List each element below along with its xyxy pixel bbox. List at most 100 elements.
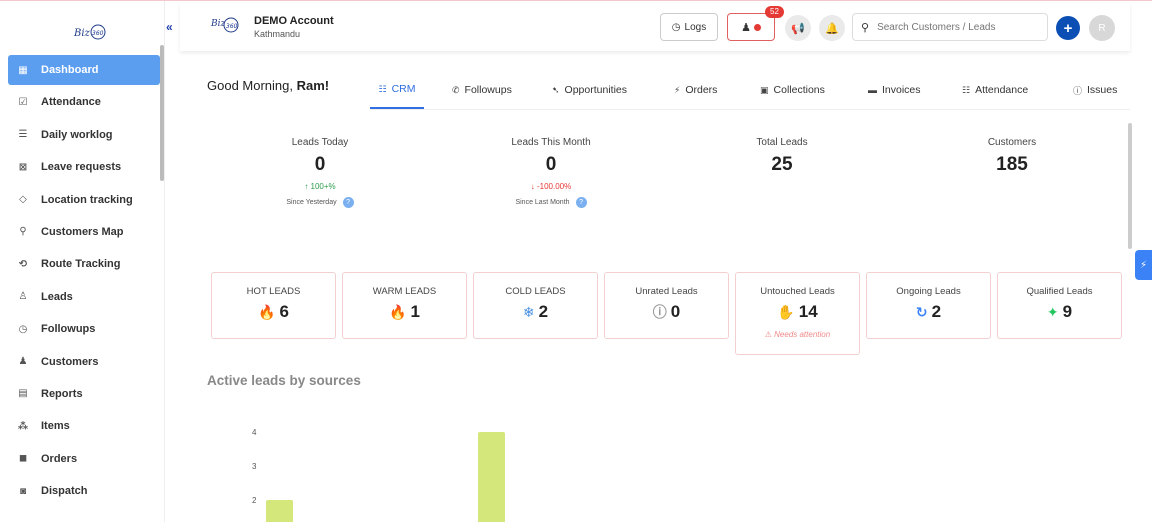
sidebar-item-label: Route Tracking — [41, 258, 121, 271]
user-avatar[interactable]: R — [1089, 15, 1115, 41]
tab-opportunities[interactable]: ➷ Opportunities — [552, 71, 674, 109]
stat-label: Leads This Month — [511, 137, 591, 148]
tab-label: CRM — [391, 83, 416, 95]
tab-attendance[interactable]: ☷ Attendance — [962, 71, 1073, 109]
quick-action-tab[interactable]: ⚡ — [1135, 250, 1152, 280]
megaphone-icon[interactable]: 📢 — [785, 15, 811, 41]
sidebar-item-customers[interactable]: ♟ Customers — [8, 347, 160, 377]
add-button[interactable]: + — [1056, 16, 1080, 40]
chart-icon: ▤ — [18, 388, 28, 400]
sidebar-item-customers-map[interactable]: ⚲ Customers Map — [8, 217, 160, 247]
y-tick-label: 4 — [252, 428, 257, 437]
sidebar-item-followups[interactable]: ◷ Followups — [8, 314, 160, 344]
y-tick-label: 3 — [252, 462, 257, 471]
tab-orders[interactable]: ⚡ Orders — [674, 71, 760, 109]
sidebar-item-location-tracking[interactable]: ◇ Location tracking — [8, 185, 160, 215]
tab-icon: ⓘ — [1073, 85, 1083, 96]
tab-label: Opportunities — [564, 84, 627, 96]
tab-icon: ⚡ — [674, 84, 681, 95]
lead-card-cold-leads[interactable]: COLD LEADS ❄ 2 — [473, 272, 598, 339]
tab-invoices[interactable]: ▬ Invoices — [868, 71, 962, 109]
stat-value: 0 — [545, 154, 557, 175]
leads-by-source-chart: 2 3 4 — [252, 428, 505, 522]
clock-icon: ◷ — [671, 21, 681, 33]
app-root: Biz 360 ▦ Dashboard ☑ Attendance ☰ Daily work… — [0, 0, 1152, 522]
lead-card-value-row: ❄ 2 — [474, 302, 597, 322]
sidebar-item-label: Daily worklog — [41, 128, 113, 141]
sidebar-item-reports[interactable]: ▤ Reports — [8, 379, 160, 409]
sidebar-item-items[interactable]: ⁂ Items — [8, 411, 160, 441]
sidebar-item-dashboard[interactable]: ▦ Dashboard — [8, 55, 160, 85]
chart-bar[interactable] — [478, 432, 505, 522]
tab-icon: ✆ — [452, 84, 460, 95]
truck-icon: ◙ — [19, 485, 27, 497]
lead-card-unrated-leads[interactable]: Unrated Leads ⓘ 0 — [604, 272, 729, 339]
account-name[interactable]: DEMO Account — [254, 15, 334, 27]
help-icon[interactable]: ? — [342, 197, 354, 208]
sidebar-item-route-tracking[interactable]: ⟲ Route Tracking — [8, 249, 160, 279]
sidebar-item-leave-requests[interactable]: ⊠ Leave requests — [8, 152, 160, 182]
tab-collections[interactable]: ▣ Collections — [760, 71, 868, 109]
collapse-sidebar-button[interactable]: « — [166, 20, 173, 34]
logs-button[interactable]: ◷ Logs — [660, 13, 718, 41]
svg-text:360: 360 — [92, 30, 104, 37]
route-icon: ⟲ — [18, 258, 28, 270]
help-icon[interactable]: ? — [575, 197, 587, 208]
greeting-prefix: Good Morning, — [207, 78, 297, 93]
lead-card-value: 2 — [931, 302, 942, 321]
brand-logo[interactable]: Biz 360 — [72, 21, 108, 43]
stat-label: Leads Today — [291, 137, 349, 148]
lead-card-value-row: ✋ 14 — [736, 302, 859, 322]
lightning-icon: ⚡ — [1139, 259, 1148, 271]
tab-icon: ▬ — [868, 85, 877, 95]
chart-bar[interactable] — [266, 500, 293, 522]
sidebar-item-label: Leave requests — [41, 161, 122, 174]
tab-label: Invoices — [882, 84, 921, 96]
lead-card-ongoing-leads[interactable]: Ongoing Leads ↻ 2 — [866, 272, 991, 339]
hand-icon: ✋ — [777, 303, 795, 320]
fire-icon: 🔥 — [258, 303, 276, 320]
lead-card-value: 9 — [1062, 302, 1073, 321]
lead-card-label: HOT LEADS — [246, 286, 301, 297]
sidebar-item-leads[interactable]: ♙ Leads — [8, 282, 160, 312]
top-header: Biz 360 DEMO Account Kathmandu ◷ Logs ♟ … — [180, 3, 1130, 51]
tab-label: Collections — [773, 84, 825, 96]
tab-icon: ☷ — [962, 84, 971, 95]
sidebar-item-orders[interactable]: ◼ Orders — [8, 444, 160, 474]
tab-divider — [370, 109, 1130, 110]
flame-icon: 🔥 — [389, 303, 407, 320]
lead-card-value: 6 — [279, 302, 289, 321]
sparkle-icon: ✦ — [1046, 303, 1059, 320]
lead-card-warm-leads[interactable]: WARM LEADS 🔥 1 — [342, 272, 467, 339]
stat-leads-today: Leads Today 0 ↑ 100+% Since Yesterday? — [240, 137, 400, 208]
tab-icon: ☷ — [378, 83, 387, 94]
lead-card-qualified-leads[interactable]: Qualified Leads ✦ 9 — [997, 272, 1122, 339]
list-icon: ☰ — [18, 129, 28, 141]
content-scrollbar[interactable] — [1128, 123, 1132, 249]
alert-dot-icon — [753, 23, 761, 31]
stat-value: 185 — [996, 154, 1028, 175]
y-tick-label: 2 — [252, 496, 257, 505]
search-input[interactable] — [877, 21, 1038, 33]
lead-card-hot-leads[interactable]: HOT LEADS 🔥 6 — [211, 272, 336, 339]
sidebar-item-dispatch[interactable]: ◙ Dispatch — [8, 476, 160, 506]
stat-label: Total Leads — [756, 137, 808, 148]
tab-issues[interactable]: ⓘ Issues — [1073, 71, 1133, 109]
tab-crm[interactable]: ☷ CRM — [370, 71, 424, 109]
search-box[interactable]: ⚲ — [852, 13, 1048, 41]
sidebar-item-label: Attendance — [41, 96, 101, 109]
sidebar-item-label: Customers Map — [41, 225, 124, 238]
lead-card-untouched-leads[interactable]: Untouched Leads ✋ 14 ⚠ Needs attention — [735, 272, 860, 355]
bell-icon[interactable]: 🔔 — [819, 15, 845, 41]
stat-since: Since Yesterday? — [240, 197, 400, 208]
sidebar-item-daily-worklog[interactable]: ☰ Daily worklog — [8, 120, 160, 150]
sidebar-nav: ▦ Dashboard ☑ Attendance ☰ Daily worklog ⊠ Leav… — [8, 55, 160, 508]
sidebar-item-label: Followups — [41, 323, 96, 336]
lead-card-value-row: ⓘ 0 — [605, 302, 728, 322]
greeting: Good Morning, Ram! — [207, 78, 329, 93]
stat-label: Customers — [987, 137, 1037, 148]
sidebar-item-attendance[interactable]: ☑ Attendance — [8, 87, 160, 117]
sidebar-scrollbar[interactable] — [160, 45, 164, 181]
tab-followups[interactable]: ✆ Followups — [452, 71, 552, 109]
sidebar-item-label: Dispatch — [41, 485, 88, 498]
